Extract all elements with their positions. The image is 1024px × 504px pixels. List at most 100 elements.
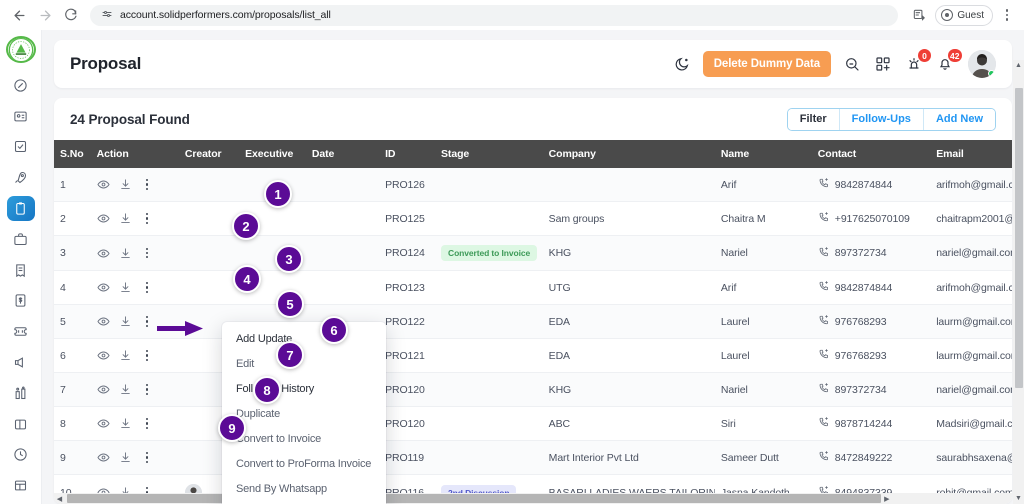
download-icon[interactable] (119, 349, 132, 362)
scroll-right-arrow-icon[interactable]: ▶ (881, 493, 892, 504)
table-row[interactable]: 8 PRO120 ABCSiri 9878714244 Madsiri@gmail.co… (54, 406, 1012, 441)
menu-item-add-update[interactable]: Add Update (222, 326, 386, 351)
scroll-up-arrow-icon[interactable]: ▲ (1013, 60, 1024, 71)
cell-action[interactable] (90, 440, 179, 475)
cell-contact[interactable]: 976768293 (811, 338, 931, 373)
sidebar-item-leads[interactable] (7, 165, 35, 190)
download-icon[interactable] (119, 281, 132, 294)
browser-forward-button[interactable] (34, 4, 56, 26)
table-row[interactable]: 1PRO126Arif9842874844arifmoh@gmail.comFe… (54, 168, 1012, 202)
menu-item-convert-to-proforma-invoice[interactable]: Convert to ProForma Invoice (222, 451, 386, 476)
cell-contact[interactable]: +917625070109 (811, 201, 931, 236)
bell-icon[interactable]: 42 (935, 49, 962, 74)
kebab-menu-icon[interactable] (141, 213, 153, 224)
cell-action[interactable] (90, 338, 179, 373)
sidebar-item-campaigns[interactable] (7, 350, 35, 375)
cell-action[interactable] (90, 304, 179, 339)
filter-button[interactable]: Filter (787, 108, 840, 130)
menu-item-send-by-whatsapp[interactable]: Send By Whatsapp (222, 476, 386, 501)
apps-add-icon[interactable] (873, 54, 893, 74)
vertical-scroll-thumb[interactable] (1014, 88, 1023, 388)
table-row[interactable]: 6 PRO121 EDA Laurel 976768293 laurm@gmail.com… (54, 338, 1012, 373)
table-row[interactable]: 3 PRO124 Converted to Invoice KHG Nariel 8973… (54, 235, 1012, 271)
scroll-left-arrow-icon[interactable]: ◀ (54, 493, 65, 504)
cell-action[interactable] (90, 201, 179, 236)
cell-contact[interactable]: 9878714244 (811, 406, 931, 441)
eye-icon[interactable] (97, 247, 110, 260)
search-icon[interactable] (842, 54, 862, 74)
table-row[interactable]: 5 PRO122 EDA Laurel 976768293 laurm@gmail.com… (54, 304, 1012, 339)
kebab-menu-icon[interactable] (141, 179, 153, 190)
sidebar-item-tickets[interactable] (7, 319, 35, 344)
download-icon[interactable] (119, 451, 132, 464)
download-icon[interactable] (119, 417, 132, 430)
menu-item-edit[interactable]: Edit (222, 351, 386, 376)
eye-icon[interactable] (97, 315, 110, 328)
eye-icon[interactable] (97, 212, 110, 225)
eye-icon[interactable] (97, 178, 110, 191)
profile-chip[interactable]: Guest (935, 4, 993, 26)
sidebar-item-projects[interactable] (7, 227, 35, 252)
cell-contact[interactable]: 9842874844 (811, 270, 931, 305)
scroll-down-arrow-icon[interactable]: ▼ (1013, 493, 1024, 504)
sidebar-item-kanban[interactable] (7, 412, 35, 437)
cell-action[interactable] (90, 270, 179, 305)
sidebar-item-tasks[interactable] (7, 135, 35, 160)
menu-item-followup-history[interactable]: Followup History (222, 376, 386, 401)
cell-contact[interactable]: 897372734 (811, 235, 931, 271)
menu-item-convert-to-invoice[interactable]: Convert to Invoice (222, 426, 386, 451)
sidebar-item-contacts[interactable] (7, 104, 35, 129)
cell-contact[interactable]: 976768293 (811, 304, 931, 339)
download-icon[interactable] (119, 212, 132, 225)
table-row[interactable]: 7 PRO120 KHG Nariel 897372734 nariel@gmail.co… (54, 372, 1012, 407)
download-icon[interactable] (119, 178, 132, 191)
sidebar-item-dashboard[interactable] (7, 73, 35, 98)
cell-action[interactable] (90, 168, 179, 202)
cell-action[interactable] (90, 406, 179, 441)
eye-icon[interactable] (97, 349, 110, 362)
cell-action[interactable] (90, 235, 179, 271)
browser-back-button[interactable] (8, 4, 30, 26)
sidebar-item-invoices[interactable] (7, 258, 35, 283)
address-bar[interactable]: account.solidperformers.com/proposals/li… (90, 4, 899, 26)
download-icon[interactable] (119, 247, 132, 260)
chrome-menu-icon[interactable] (998, 5, 1016, 25)
browser-reload-button[interactable] (60, 4, 82, 26)
siren-icon[interactable]: 0 (904, 49, 931, 74)
user-avatar[interactable] (968, 50, 996, 78)
kebab-menu-icon[interactable] (141, 384, 153, 395)
table-row[interactable]: 2 PRO125 Sam groups Chaitra M +917625070109 c… (54, 201, 1012, 236)
download-icon[interactable] (119, 383, 132, 396)
kebab-menu-icon[interactable] (141, 282, 153, 293)
sidebar-item-payments[interactable] (7, 288, 35, 313)
sidebar-item-tables[interactable] (7, 473, 35, 498)
kebab-menu-icon[interactable] (141, 247, 153, 259)
cell-contact[interactable]: 9842874844 (811, 168, 931, 202)
table-row[interactable]: 9 PRO119 Mart Interior Pvt Ltd Sameer Dutt 8… (54, 440, 1012, 475)
site-settings-icon[interactable] (100, 9, 113, 22)
add-new-button[interactable]: Add New (923, 108, 995, 130)
cell-contact[interactable]: 897372734 (811, 372, 931, 407)
kebab-menu-icon[interactable] (141, 350, 153, 361)
eye-icon[interactable] (97, 451, 110, 464)
cell-contact[interactable]: 8472849222 (811, 440, 931, 475)
kebab-menu-icon[interactable] (141, 418, 153, 429)
sidebar-item-timesheet[interactable] (7, 442, 35, 467)
eye-icon[interactable] (97, 383, 110, 396)
kebab-menu-icon[interactable] (141, 316, 153, 327)
horizontal-scrollbar[interactable]: ◀ ▶ (54, 493, 1012, 504)
row-context-menu[interactable]: Add UpdateEditFollowup HistoryDuplicateC… (222, 322, 386, 504)
extensions-icon[interactable] (908, 4, 930, 26)
kebab-menu-icon[interactable] (141, 452, 153, 463)
eye-icon[interactable] (97, 281, 110, 294)
horizontal-scroll-thumb[interactable] (67, 494, 882, 503)
moon-icon[interactable] (672, 54, 692, 74)
vertical-scrollbar[interactable]: ▲ ▼ (1013, 60, 1024, 504)
menu-item-duplicate[interactable]: Duplicate (222, 401, 386, 426)
sidebar-item-reports[interactable] (7, 381, 35, 406)
table-row[interactable]: 4 PRO123 UTGArif 9842874844 arifmoh@gmail.co… (54, 270, 1012, 305)
download-icon[interactable] (119, 315, 132, 328)
cell-action[interactable] (90, 372, 179, 407)
eye-icon[interactable] (97, 417, 110, 430)
follow-ups-button[interactable]: Follow-Ups (839, 108, 924, 130)
